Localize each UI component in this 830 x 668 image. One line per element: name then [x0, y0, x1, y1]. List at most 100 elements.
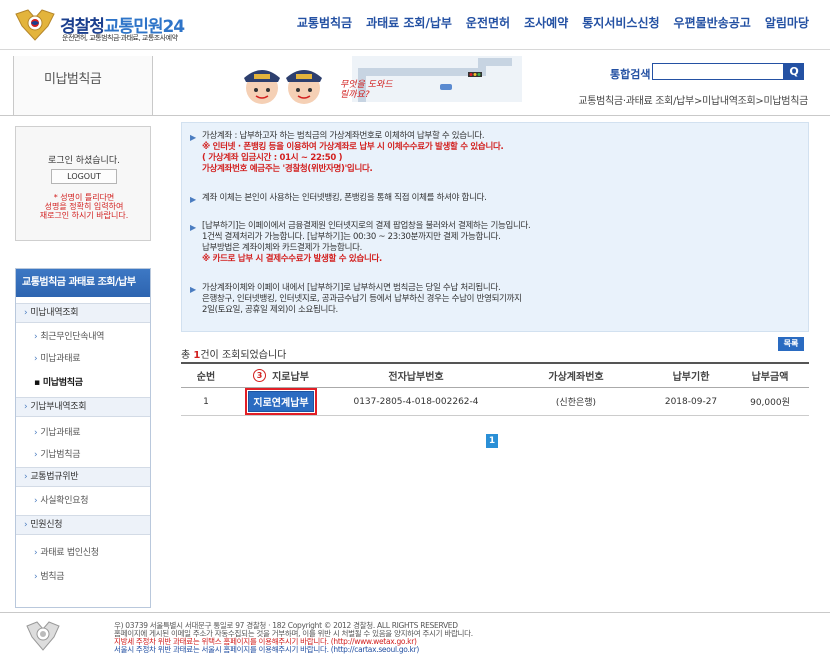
cell-amount: 90,000원 [750, 398, 790, 408]
login-message: 로그인 하셨습니다. [48, 156, 120, 166]
step-marker: 3 [253, 369, 267, 382]
sidebar-item-label: 사실확인요청 [40, 496, 89, 506]
sidebar-item-recent-enforcement[interactable]: › 최근무인단속내역 [16, 327, 150, 347]
col-header-epay-no: 전자납부번호 [388, 372, 444, 383]
footer-text: 우) 03739 서울특별시 서대문구 통일로 97 경찰청 · 182 Cop… [114, 622, 473, 654]
page-title: 미납범칙금 [44, 72, 102, 87]
info-line: 은행창구, 인터넷뱅킹, 인터넷지로, 공과금수납기 등에서 납부하신 경우는 … [202, 294, 522, 304]
gnb-item-notice-service[interactable]: 통지서비스신청 [575, 14, 666, 31]
sidebar-item-label: 미납내역조회 [30, 308, 79, 318]
search-label: 통합검색 [610, 68, 651, 81]
chevron-right-icon: › [24, 402, 28, 412]
login-notice: * 성명이 틀리다면 성명을 정확히 입력하여 재로그인 하시기 바랍니다. [20, 193, 148, 220]
sidebar-item-label: 기납부내역조회 [30, 402, 87, 412]
pagination-page[interactable]: 1 [486, 434, 498, 448]
info-line: 계좌 이체는 본인이 사용하는 인터넷뱅킹, 폰뱅킹을 통해 직접 이체를 하셔… [202, 193, 487, 203]
site-logo[interactable]: 경찰청교통민원24 운전면허, 교통범칙금·과태료, 교통조사예약 [14, 6, 214, 46]
info-processing: ▶ 가상계좌이체와 이페이 내에서 [납부하기]로 납부하시면 범칙금는 당일 … [190, 283, 522, 316]
search-button[interactable]: Q [784, 63, 804, 80]
sidebar-item-label: 미납과태료 [40, 354, 81, 364]
info-virtual-account: ▶ 가상계좌 : 납부하고자 하는 범칙금의 가상계좌번호로 이체하여 납부할 … [190, 131, 504, 175]
site-header: 경찰청교통민원24 운전면허, 교통범칙금·과태료, 교통조사예약 교통범칙금 … [0, 0, 830, 50]
gnb-item-returned-mail[interactable]: 우편물반송공고 [667, 14, 758, 31]
sidebar-item-civil-request[interactable]: › 민원신청 [16, 515, 150, 535]
sidebar-item-label: 최근무인단속내역 [40, 332, 105, 342]
search-icon: Q [789, 65, 799, 78]
sidebar-item-label: 기납과태료 [40, 428, 81, 438]
search-input[interactable] [652, 63, 784, 80]
chevron-right-icon: › [34, 428, 38, 438]
sidebar-item-label: 기납범칙금 [40, 450, 81, 460]
count-prefix: 총 [181, 350, 194, 361]
cell-epay-no: 0137-2805-4-018-002262-4 [353, 396, 479, 407]
chevron-right-icon: › [34, 548, 38, 558]
chevron-right-icon: › [34, 354, 38, 364]
info-line-warning: ※ 카드로 납부 시 결제수수료가 발생할 수 있습니다. [202, 254, 382, 264]
gnb-item-license[interactable]: 운전면허 [459, 14, 517, 31]
chevron-right-icon: › [34, 332, 38, 342]
sidebar-item-label: 교통법규위반 [30, 472, 79, 482]
triangle-bullet-icon: ▶ [190, 133, 196, 142]
count-suffix: 건이 조회되었습니다 [200, 350, 287, 361]
bullet-icon: ▪ [34, 378, 40, 388]
logo-subtitle: 운전면허, 교통범칙금·과태료, 교통조사예약 [62, 34, 178, 42]
side-nav: 교통범칙금 과태료 조회/납부 › 미납내역조회 › 최근무인단속내역 › 미납과태료… [15, 268, 151, 608]
sidebar-item-unpaid-penalty[interactable]: › 미납과태료 [16, 349, 150, 369]
police-emblem-icon [26, 621, 60, 651]
gnb-item-notice[interactable]: 알림마당 [758, 14, 816, 31]
sidebar-item-violation[interactable]: › 교통법규위반 [16, 467, 150, 487]
col-header-due-date: 납부기한 [672, 372, 710, 383]
login-notice-line: * 성명이 틀리다면 [53, 193, 115, 202]
chevron-right-icon: › [34, 496, 38, 506]
sidebar-item-label: 범칙금 [40, 572, 65, 582]
login-notice-line: 재로그인 하시기 바랍니다. [39, 211, 129, 220]
gnb-item-penalty[interactable]: 과태료 조회/납부 [359, 14, 459, 31]
gnb-item-investigation[interactable]: 조사예약 [517, 14, 575, 31]
col-header-amount: 납부금액 [751, 372, 789, 383]
giro-pay-button[interactable]: 지로연계납부 [245, 388, 317, 415]
table-header: 순번 3 지로납부 전자납부번호 가상계좌번호 납부기한 납부금액 [181, 364, 809, 388]
gnb-item-fine[interactable]: 교통범칙금 [290, 14, 359, 31]
sidebar-item-paid-inquiry[interactable]: › 기납부내역조회 [16, 397, 150, 417]
sidebar-item-label: 미납범칙금 [42, 378, 83, 388]
info-line-warning: 가상계좌번호 예금주는 '경찰청(위반자명)'입니다. [202, 164, 373, 174]
fine-table: 순번 3 지로납부 전자납부번호 가상계좌번호 납부기한 납부금액 1 지로연계납… [181, 362, 809, 416]
logout-button[interactable]: LOGOUT [51, 169, 117, 184]
sidebar-item-fine-request[interactable]: › 범칙금 [16, 567, 150, 587]
login-notice-line: 성명을 정확히 입력하여 [44, 202, 124, 211]
col-header-no: 순번 [196, 372, 216, 383]
banner-speech: 무엇을 도와드릴까요? [340, 80, 393, 100]
info-line: 납부방법은 계좌이체와 카드결제가 가능합니다. [202, 243, 363, 253]
chevron-right-icon: › [34, 450, 38, 460]
divider [0, 115, 830, 116]
cell-due-date: 2018-09-27 [664, 396, 718, 407]
info-line: 가상계좌 : 납부하고자 하는 범칙금의 가상계좌번호로 이체하여 납부할 수 … [202, 131, 485, 141]
breadcrumb: 교통범칙금·과태료 조회/납부>미납내역조회>미납범칙금 [578, 96, 808, 107]
login-status-box: 로그인 하셨습니다. LOGOUT * 성명이 틀리다면 성명을 정확히 입력하… [15, 126, 151, 241]
list-button[interactable]: 목록 [778, 337, 804, 351]
sidebar-item-fact-check[interactable]: › 사실확인요청 [16, 491, 150, 511]
sidebar-item-paid-fine[interactable]: › 기납범칙금 [16, 445, 150, 465]
sidebar-item-paid-penalty[interactable]: › 기납과태료 [16, 423, 150, 443]
col-header-giro-label: 지로납부 [272, 372, 309, 383]
chevron-right-icon: › [34, 572, 38, 582]
divider [0, 612, 830, 613]
sidebar-item-corporate-request[interactable]: › 과태료 법인신청 [16, 543, 150, 563]
payment-info-box: ▶ 가상계좌 : 납부하고자 하는 범칙금의 가상계좌번호로 이체하여 납부할 … [181, 122, 809, 332]
info-line-warning: ( 가상계좌 입금시간 : 01시 ~ 22:50 ) [202, 153, 343, 163]
chevron-right-icon: › [24, 520, 28, 530]
table-row: 1 지로연계납부 0137-2805-4-018-002262-4 (신한은행)… [181, 388, 809, 416]
triangle-bullet-icon: ▶ [190, 223, 196, 232]
sidebar-item-unpaid-fine[interactable]: ▪ 미납범칙금 [16, 373, 150, 393]
info-pay-button: ▶ [납부하기]는 이페이에서 금융결제원 인터넷지로의 결제 팝업창을 불러와… [190, 221, 531, 265]
cell-giro: 지로연계납부 [231, 388, 331, 415]
sidebar-item-unpaid-inquiry[interactable]: › 미납내역조회 [16, 303, 150, 323]
chevron-right-icon: › [24, 308, 28, 318]
side-nav-title: 교통범칙금 과태료 조회/납부 [16, 269, 150, 297]
info-line: 가상계좌이체와 이페이 내에서 [납부하기]로 납부하시면 범칙금는 당일 수납… [202, 283, 501, 293]
result-count: 총 1건이 조회되었습니다 [181, 346, 286, 361]
info-line: 2일(토요일, 공휴일 제외)이 소요됩니다. [202, 305, 338, 315]
info-line: 1건씩 결제처리가 가능합니다. [납부하기]는 00:30 ~ 23:30분까… [202, 232, 501, 242]
footer-seoul-link[interactable]: 서울시 주정차 위반 과태료는 서울시 홈페이지를 이용해주시기 바랍니다. (… [114, 646, 473, 654]
info-line: [납부하기]는 이페이에서 금융결제원 인터넷지로의 결제 팝업창을 불러와서 … [202, 221, 531, 231]
